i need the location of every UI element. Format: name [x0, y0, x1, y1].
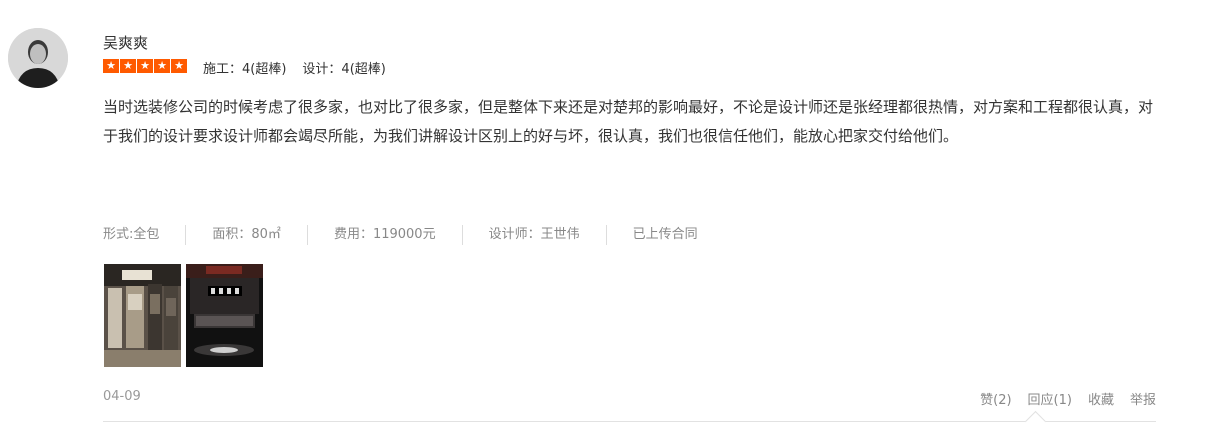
star-icon: ★: [137, 59, 153, 73]
report-button[interactable]: 举报: [1130, 389, 1156, 408]
construction-score: 施工：4(超棒): [203, 62, 287, 77]
star-icon: ★: [171, 59, 187, 73]
review-photo[interactable]: [186, 264, 263, 367]
review-comment: 当时选装修公司的时候考虑了很多家，也对比了很多家，但是整体下来还是对楚邦的影响最…: [103, 98, 1154, 145]
project-meta: 形式:全包 面积：80㎡ 费用：119000元 设计师：王世伟 已上传合同: [103, 225, 724, 245]
meta-area: 面积：80㎡: [185, 225, 307, 245]
favorite-button[interactable]: 收藏: [1088, 389, 1114, 408]
review-photos: [104, 264, 263, 367]
meta-cost: 费用：119000元: [306, 225, 462, 245]
showroom-photo-2: [186, 264, 263, 367]
like-button[interactable]: 赞(2): [980, 389, 1011, 408]
meta-designer: 设计师：王世伟: [461, 225, 606, 245]
user-photo: [8, 28, 68, 88]
star-icon: ★: [120, 59, 136, 73]
avatar[interactable]: [8, 28, 68, 88]
design-score: 设计：4(超棒): [302, 62, 386, 77]
star-icon: ★: [154, 59, 170, 73]
reply-button[interactable]: 回应(1): [1028, 389, 1072, 408]
rating-stars: ★ ★ ★ ★ ★: [103, 59, 187, 73]
star-icon: ★: [103, 59, 119, 73]
review-photo[interactable]: [104, 264, 181, 367]
meta-form: 形式:全包: [103, 227, 160, 242]
divider: [103, 421, 1156, 422]
username[interactable]: 吴爽爽: [103, 32, 148, 53]
review-actions: 赞(2) 回应(1) 收藏 举报: [980, 389, 1156, 408]
review-date: 04-09: [103, 389, 141, 404]
meta-contract: 已上传合同: [605, 225, 724, 245]
showroom-photo-1: [104, 264, 181, 367]
scores: 施工：4(超棒) 设计：4(超棒): [203, 58, 386, 77]
